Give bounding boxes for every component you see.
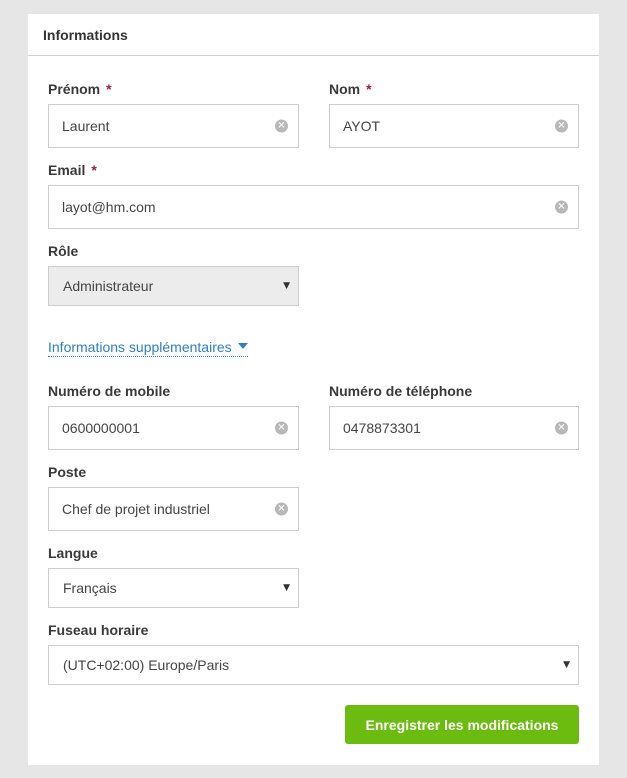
clear-icon[interactable]: ✕: [555, 200, 568, 214]
save-button[interactable]: Enregistrer les modifications: [345, 705, 579, 744]
prenom-label: Prénom *: [48, 81, 112, 97]
triangle-down-icon: [237, 343, 248, 350]
nom-label: Nom *: [329, 81, 372, 97]
email-value: layot@hm.com: [62, 199, 156, 215]
telephone-label: Numéro de téléphone: [329, 383, 473, 399]
role-value: Administrateur: [63, 278, 154, 294]
nom-value: AYOT: [343, 118, 381, 134]
poste-input[interactable]: Chef de projet industriel ✕: [48, 487, 299, 531]
caret-down-icon: ▼: [283, 281, 290, 291]
more-info-label: Informations supplémentaires: [48, 339, 232, 355]
required-marker: *: [91, 162, 97, 178]
poste-label: Poste: [48, 464, 87, 480]
role-select: Administrateur ▼: [48, 266, 299, 306]
required-marker: *: [106, 81, 112, 97]
nom-input[interactable]: AYOT ✕: [329, 104, 579, 148]
poste-value: Chef de projet industriel: [62, 501, 210, 517]
clear-icon[interactable]: ✕: [555, 119, 568, 133]
langue-select[interactable]: Français ▼: [48, 568, 299, 608]
clear-icon[interactable]: ✕: [275, 502, 288, 516]
fuseau-select[interactable]: (UTC+02:00) Europe/Paris ▼: [48, 645, 579, 685]
fuseau-label: Fuseau horaire: [48, 622, 149, 638]
langue-value: Français: [63, 580, 117, 596]
langue-label: Langue: [48, 545, 98, 561]
caret-down-icon: ▼: [563, 660, 570, 670]
telephone-value: 0478873301: [343, 420, 421, 436]
card-title: Informations: [28, 14, 599, 56]
informations-card: Informations Prénom * Laurent ✕ Nom * AYOT…: [28, 14, 599, 765]
clear-icon[interactable]: ✕: [555, 421, 568, 435]
role-label: Rôle: [48, 243, 79, 259]
prenom-label-text: Prénom: [48, 81, 101, 97]
email-input[interactable]: layot@hm.com ✕: [48, 185, 579, 229]
nom-label-text: Nom: [329, 81, 361, 97]
mobile-value: 0600000001: [62, 420, 140, 436]
telephone-input[interactable]: 0478873301 ✕: [329, 406, 579, 450]
mobile-label: Numéro de mobile: [48, 383, 171, 399]
fuseau-value: (UTC+02:00) Europe/Paris: [63, 657, 230, 673]
email-label-text: Email: [48, 162, 86, 178]
caret-down-icon: ▼: [283, 583, 290, 593]
required-marker: *: [366, 81, 372, 97]
more-info-toggle[interactable]: Informations supplémentaires: [48, 339, 248, 357]
email-label: Email *: [48, 162, 97, 178]
mobile-input[interactable]: 0600000001 ✕: [48, 406, 299, 450]
clear-icon[interactable]: ✕: [275, 119, 288, 133]
prenom-value: Laurent: [62, 118, 110, 134]
prenom-input[interactable]: Laurent ✕: [48, 104, 299, 148]
clear-icon[interactable]: ✕: [275, 421, 288, 435]
